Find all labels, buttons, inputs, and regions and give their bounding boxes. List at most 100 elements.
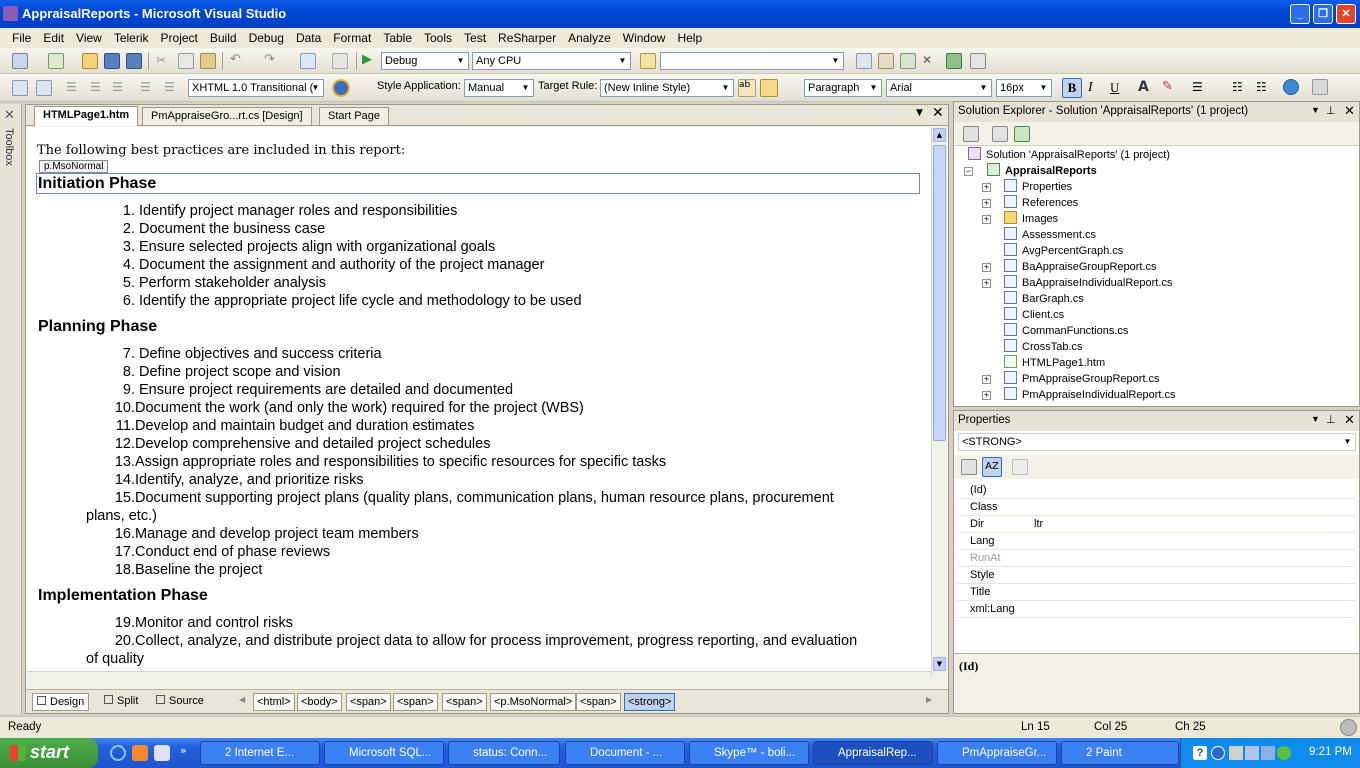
property-row[interactable]: Class bbox=[956, 499, 1356, 516]
tree-item[interactable]: HTMLPage1.htm bbox=[1004, 355, 1105, 371]
taskbar-item[interactable]: Microsoft SQL... bbox=[324, 741, 444, 765]
close-button[interactable]: ✕ bbox=[1336, 4, 1356, 24]
tree-item[interactable]: Properties bbox=[1004, 179, 1072, 195]
toolbox-icon[interactable]: ✕ bbox=[922, 53, 938, 69]
insert-table-icon[interactable] bbox=[1312, 79, 1328, 95]
html-design-surface[interactable]: The following best practices are include… bbox=[27, 127, 931, 677]
project-node[interactable]: AppraisalReports bbox=[987, 163, 1097, 179]
expand-icon[interactable]: + bbox=[982, 199, 991, 208]
scroll-down-icon[interactable]: ▼ bbox=[933, 657, 946, 671]
tree-item[interactable]: BarGraph.cs bbox=[1004, 291, 1084, 307]
save-icon[interactable] bbox=[104, 53, 120, 69]
open-file-icon[interactable] bbox=[82, 53, 98, 69]
design-view-button[interactable]: Design bbox=[32, 693, 90, 711]
tag-navigator-body[interactable]: <body> bbox=[297, 693, 342, 711]
categorized-icon[interactable] bbox=[961, 459, 977, 475]
object-browser-icon[interactable] bbox=[900, 53, 916, 69]
property-row[interactable]: Title bbox=[956, 584, 1356, 601]
tree-item[interactable]: CrossTab.cs bbox=[1004, 339, 1083, 355]
tab-pmappraisegroup-design[interactable]: PmAppraiseGro...rt.cs [Design] bbox=[142, 107, 312, 125]
tag-navigator-span[interactable]: <span> bbox=[393, 693, 438, 711]
editor-vertical-scrollbar[interactable]: ▲ ▼ bbox=[931, 127, 947, 677]
scroll-up-icon[interactable]: ▲ bbox=[933, 128, 946, 142]
expand-icon[interactable]: + bbox=[982, 215, 991, 224]
menu-resharper[interactable]: ReSharper bbox=[492, 28, 562, 48]
tag-navigator-span[interactable]: <span> bbox=[346, 693, 391, 711]
tree-item[interactable]: Client.cs bbox=[1004, 307, 1064, 323]
property-row[interactable]: Lang bbox=[956, 533, 1356, 550]
expand-icon[interactable]: + bbox=[982, 375, 991, 384]
menu-help[interactable]: Help bbox=[671, 28, 708, 48]
underline-icon[interactable]: U bbox=[1110, 80, 1126, 96]
expand-icon[interactable]: + bbox=[982, 391, 991, 400]
collapse-icon[interactable]: − bbox=[964, 167, 973, 176]
tag-scroll-right-icon[interactable]: ▶ bbox=[926, 695, 932, 704]
menu-test[interactable]: Test bbox=[458, 28, 492, 48]
hyperlink-icon[interactable] bbox=[1283, 79, 1299, 95]
quick-launch-icon[interactable] bbox=[154, 745, 170, 761]
taskbar-item[interactable]: 2 Paint bbox=[1061, 741, 1179, 765]
split-view-button[interactable]: Split bbox=[100, 693, 142, 711]
tree-item[interactable]: BaAppraiseIndividualReport.cs bbox=[1004, 275, 1172, 291]
taskbar-item[interactable]: Skype™ - boli... bbox=[689, 741, 809, 765]
internet-explorer-icon[interactable] bbox=[110, 745, 126, 761]
editor-horizontal-scrollbar[interactable] bbox=[27, 671, 931, 687]
property-row[interactable]: Style bbox=[956, 567, 1356, 584]
taskbar-item[interactable]: 2 Internet E... bbox=[200, 741, 320, 765]
new-project-icon[interactable] bbox=[12, 53, 28, 69]
taskbar-item[interactable]: AppraisalRep... bbox=[813, 741, 933, 765]
object-select[interactable]: <STRONG> ▼ bbox=[958, 433, 1356, 451]
foreground-color-icon[interactable]: A bbox=[1138, 79, 1154, 95]
tag-navigator-span[interactable]: <span> bbox=[442, 693, 487, 711]
menu-table[interactable]: Table bbox=[377, 28, 418, 48]
start-button[interactable]: start bbox=[0, 738, 98, 768]
start-page-icon[interactable] bbox=[946, 53, 962, 69]
tree-item[interactable]: AvgPercentGraph.cs bbox=[1004, 243, 1123, 259]
doctype-select[interactable]: XHTML 1.0 Transitional (▼ bbox=[188, 79, 324, 97]
menu-data[interactable]: Data bbox=[290, 28, 327, 48]
tag-navigator-p-msonormal[interactable]: <p.MsoNormal> bbox=[490, 693, 577, 711]
platform-select[interactable]: Any CPU ▼ bbox=[472, 52, 631, 70]
show-more-icon[interactable]: » bbox=[180, 744, 187, 757]
tag-navigator-html[interactable]: <html> bbox=[253, 693, 295, 711]
tree-item[interactable]: Assessment.cs bbox=[1004, 227, 1096, 243]
bold-icon[interactable]: B bbox=[1062, 78, 1082, 98]
property-row[interactable]: (Id) bbox=[956, 482, 1356, 499]
command-window-icon[interactable] bbox=[970, 53, 986, 69]
menu-format[interactable]: Format bbox=[327, 28, 377, 48]
minimize-button[interactable]: _ bbox=[1290, 4, 1310, 24]
toolbox-strip[interactable]: ✕ Toolbox bbox=[0, 104, 22, 714]
tray-icon[interactable] bbox=[1211, 746, 1225, 760]
cut-icon[interactable]: ✂ bbox=[156, 53, 172, 69]
scroll-thumb[interactable] bbox=[933, 145, 946, 441]
solution-configuration-select[interactable]: Debug ▼ bbox=[381, 52, 469, 70]
quick-launch-icon[interactable] bbox=[132, 745, 148, 761]
properties-icon[interactable] bbox=[963, 126, 979, 142]
find-combo[interactable]: ▼ bbox=[660, 52, 844, 70]
menu-debug[interactable]: Debug bbox=[243, 28, 290, 48]
tag-navigator-span[interactable]: <span> bbox=[576, 693, 621, 711]
italic-icon[interactable]: I bbox=[1088, 80, 1104, 96]
close-panel-icon[interactable]: ✕ bbox=[1344, 103, 1355, 119]
pin-icon[interactable]: ⊥ bbox=[1326, 104, 1336, 117]
style-application-select[interactable]: Manual ▼ bbox=[464, 79, 534, 97]
panel-menu-icon[interactable]: ▼ bbox=[1311, 105, 1320, 115]
paste-icon[interactable] bbox=[200, 53, 216, 69]
highlight-color-icon[interactable]: ✎ bbox=[1162, 79, 1178, 95]
check-accessibility-icon[interactable] bbox=[332, 79, 350, 97]
show-overlay-icon[interactable] bbox=[760, 79, 778, 97]
tag-navigator-strong[interactable]: <strong> bbox=[624, 693, 676, 711]
tree-item[interactable]: PmAppraiseIndividualReport.cs bbox=[1004, 387, 1175, 403]
restore-button[interactable]: ❐ bbox=[1313, 4, 1333, 24]
find-in-files-icon[interactable] bbox=[640, 53, 656, 69]
tree-item[interactable]: Images bbox=[1004, 211, 1058, 227]
navigate-backward-icon[interactable] bbox=[300, 53, 316, 69]
tree-item[interactable]: BaAppraiseGroupReport.cs bbox=[1004, 259, 1157, 275]
skype-status-icon[interactable] bbox=[1277, 746, 1291, 760]
target-rule-select[interactable]: (New Inline Style) ▼ bbox=[600, 79, 734, 97]
menu-analyze[interactable]: Analyze bbox=[562, 28, 617, 48]
block-format-select[interactable]: Paragraph ▼ bbox=[804, 79, 882, 97]
expand-icon[interactable]: + bbox=[982, 183, 991, 192]
network-icon[interactable] bbox=[1245, 746, 1259, 760]
property-row[interactable]: RunAt bbox=[956, 550, 1356, 567]
